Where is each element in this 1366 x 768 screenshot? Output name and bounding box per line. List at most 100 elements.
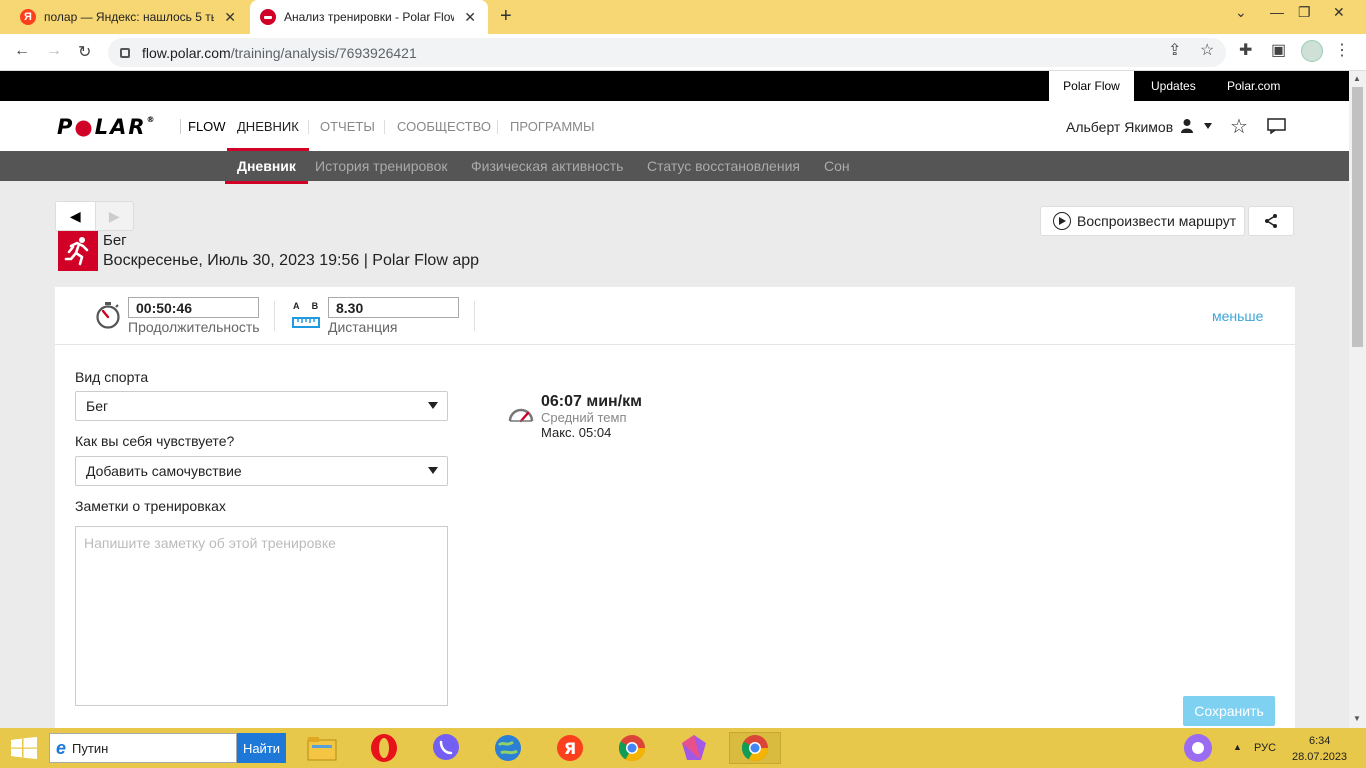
top-link-polar-flow[interactable]: Polar Flow <box>1049 71 1134 101</box>
yandex-browser-icon[interactable]: Я <box>553 732 587 764</box>
play-route-label: Воспроизвести маршрут <box>1077 213 1237 229</box>
globe-browser-icon[interactable] <box>491 732 525 764</box>
gem-app-icon[interactable] <box>677 732 711 764</box>
bookmark-star-icon[interactable]: ☆ <box>1200 40 1214 60</box>
tab-title: полар — Яндекс: нашлось 5 тыс <box>44 10 214 24</box>
summary-divider <box>274 301 275 331</box>
tray-chevron-up-icon[interactable]: ▲ <box>1233 742 1242 752</box>
back-icon[interactable]: ← <box>14 42 30 60</box>
file-explorer-icon[interactable] <box>305 732 339 764</box>
internet-explorer-icon: e <box>56 737 67 758</box>
nav-divider <box>384 120 385 134</box>
messages-icon[interactable] <box>1267 118 1286 137</box>
subnav-recovery-status[interactable]: Статус восстановления <box>647 158 800 174</box>
site-top-bar: Polar Flow Updates Polar.com <box>0 71 1349 101</box>
side-panel-icon[interactable]: ▣ <box>1271 40 1286 60</box>
taskbar-find-button[interactable]: Найти <box>237 733 286 763</box>
nav-item-reports[interactable]: ОТЧЕТЫ <box>320 119 375 134</box>
chevron-down-icon <box>428 467 438 474</box>
browser-tab-strip: Я полар — Яндекс: нашлось 5 тыс ✕ Анализ… <box>0 0 1366 34</box>
summary-divider <box>474 301 475 331</box>
session-datetime: Воскресенье, Июль 30, 2023 19:56 | Polar… <box>103 252 480 269</box>
distance-ab-label: A B <box>293 301 324 311</box>
close-tab-icon[interactable]: ✕ <box>464 9 476 26</box>
distance-input[interactable]: 8.30 <box>328 297 459 318</box>
duration-input[interactable]: 00:50:46 <box>128 297 259 318</box>
distance-label: Дистанция <box>328 319 398 335</box>
next-session-button[interactable]: ▶ <box>94 202 134 230</box>
nav-item-community[interactable]: СООБЩЕСТВО <box>397 119 491 134</box>
sport-select[interactable]: Бег <box>75 391 448 421</box>
close-tab-icon[interactable]: ✕ <box>224 9 236 26</box>
play-route-button[interactable]: Воспроизвести маршрут <box>1040 206 1245 236</box>
windows-taskbar: e Путин Найти Я ▲ РУС 6:34 28.07.2023 <box>0 728 1366 768</box>
maximize-icon[interactable]: ❐ <box>1298 4 1311 21</box>
share-page-icon[interactable]: ⇪ <box>1168 40 1181 60</box>
subnav-training-history[interactable]: История тренировок <box>315 158 447 174</box>
opera-icon[interactable] <box>367 732 401 764</box>
taskbar-search-text: Путин <box>72 740 109 756</box>
windows-start-icon[interactable] <box>10 737 38 759</box>
minimize-icon[interactable]: — <box>1270 4 1284 20</box>
viber-icon[interactable] <box>429 732 463 764</box>
notes-textarea[interactable]: Напишите заметку об этой тренировке <box>75 526 448 706</box>
page-scrollbar[interactable]: ▲ ▼ <box>1349 71 1366 728</box>
polar-icon <box>260 9 276 25</box>
nav-item-programs[interactable]: ПРОГРАММЫ <box>510 119 595 134</box>
top-link-updates[interactable]: Updates <box>1151 71 1196 101</box>
average-pace-label: Средний темп <box>541 410 627 425</box>
top-link-polar-com[interactable]: Polar.com <box>1227 71 1280 101</box>
user-name[interactable]: Альберт Якимов <box>1066 119 1173 135</box>
browser-menu-icon[interactable]: ⋮ <box>1334 40 1350 60</box>
feeling-select-value: Добавить самочувствие <box>86 463 242 479</box>
input-language[interactable]: РУС <box>1254 742 1276 754</box>
flow-label: FLOW <box>180 119 226 134</box>
scroll-up-icon[interactable]: ▲ <box>1353 74 1361 83</box>
chrome-icon[interactable] <box>615 732 649 764</box>
clock-time[interactable]: 6:34 <box>1309 735 1330 747</box>
url-path: /training/analysis/7693926421 <box>230 44 417 61</box>
chrome-active-window-icon[interactable] <box>729 732 781 764</box>
feeling-select[interactable]: Добавить самочувствие <box>75 456 448 486</box>
average-pace-value: 06:07 мин/км <box>541 393 642 410</box>
url-input[interactable]: flow.polar.com/training/analysis/7693926… <box>108 38 1226 67</box>
forward-icon[interactable]: → <box>46 42 62 60</box>
extensions-icon[interactable]: ✚ <box>1239 40 1252 60</box>
address-bar: ← → ↻ flow.polar.com/training/analysis/7… <box>0 34 1366 71</box>
share-icon <box>1265 214 1277 228</box>
training-panel: 00:50:46 Продолжительность A B 8.30 Дист… <box>55 287 1295 728</box>
main-nav: P●LAR® FLOW ДНЕВНИК ОТЧЕТЫ СООБЩЕСТВО ПР… <box>0 101 1349 151</box>
distance-icon: A B <box>292 301 320 332</box>
scroll-down-icon[interactable]: ▼ <box>1353 714 1361 723</box>
browser-tab-polar[interactable]: Анализ тренировки - Polar Flow ✕ <box>250 0 488 34</box>
subnav-diary[interactable]: Дневник <box>225 158 308 184</box>
user-icon[interactable] <box>1180 118 1194 137</box>
favorites-star-icon[interactable]: ☆ <box>1230 114 1248 139</box>
less-link[interactable]: меньше <box>1212 308 1263 324</box>
alice-assistant-icon[interactable] <box>1181 732 1215 764</box>
clock-date[interactable]: 28.07.2023 <box>1292 751 1347 763</box>
duration-label: Продолжительность <box>128 319 260 335</box>
subnav-physical-activity[interactable]: Физическая активность <box>471 158 623 174</box>
save-button[interactable]: Сохранить <box>1183 696 1275 726</box>
polar-logo[interactable]: P●LAR® <box>57 115 157 139</box>
subnav-sleep[interactable]: Сон <box>824 158 850 174</box>
tab-search-chevron-icon[interactable]: ⌄ <box>1235 4 1247 21</box>
speedometer-icon <box>508 404 534 427</box>
feeling-label: Как вы себя чувствуете? <box>75 433 235 449</box>
summary-row: 00:50:46 Продолжительность A B 8.30 Дист… <box>55 287 1295 345</box>
chevron-down-icon <box>428 402 438 409</box>
browser-tab-yandex[interactable]: Я полар — Яндекс: нашлось 5 тыс ✕ <box>8 0 248 34</box>
previous-session-button[interactable]: ◀ <box>56 202 95 230</box>
running-sport-icon <box>58 231 98 271</box>
user-menu-chevron-icon[interactable] <box>1204 123 1212 129</box>
nav-item-diary[interactable]: ДНЕВНИК <box>227 119 309 151</box>
scrollbar-thumb[interactable] <box>1352 87 1363 347</box>
close-window-icon[interactable]: ✕ <box>1333 4 1345 21</box>
reload-icon[interactable]: ↻ <box>78 42 91 62</box>
new-tab-icon[interactable]: + <box>500 5 512 28</box>
share-button[interactable] <box>1248 206 1294 236</box>
nav-divider <box>308 120 309 134</box>
profile-avatar[interactable] <box>1301 40 1323 62</box>
taskbar-search-input[interactable]: e Путин <box>49 733 237 763</box>
